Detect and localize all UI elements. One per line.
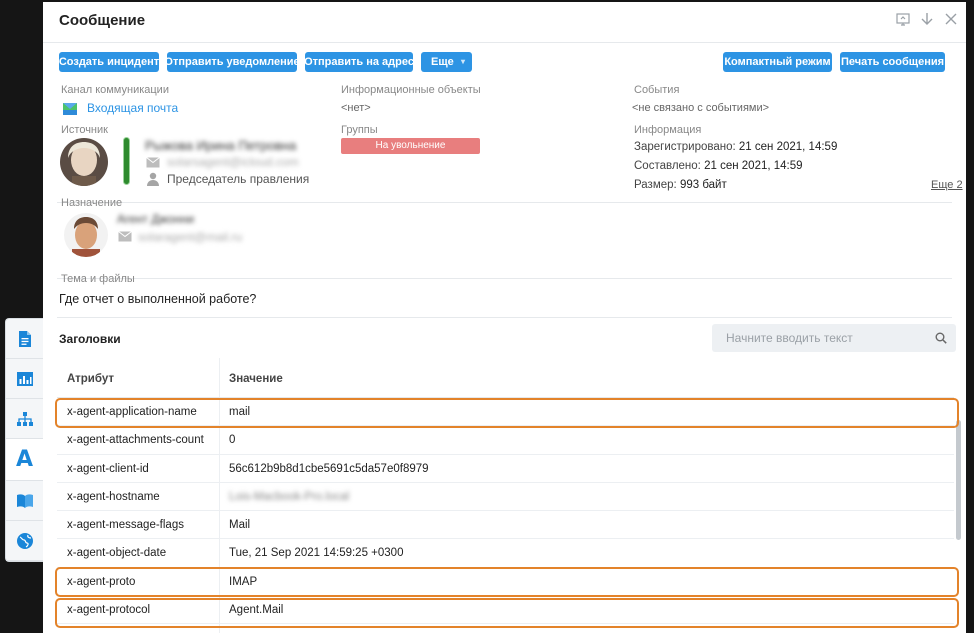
row-value: 0: [229, 434, 236, 447]
table-row[interactable]: x-agent-attachments-count 0: [57, 426, 954, 455]
row-value: mail: [229, 406, 251, 418]
row-attribute: x-agent-message-flags: [67, 519, 184, 532]
table-row[interactable]: x-agent-client-id 56c612b9b8d1cbe5691c5da…: [57, 455, 954, 483]
send-notification-button[interactable]: Отправить уведомление: [164, 52, 300, 72]
row-attribute: x-agent-attachments-count: [67, 434, 204, 447]
window-controls: [896, 12, 958, 26]
row-value: 56c612b9b8d1cbe5691c5da57e0f8979: [229, 462, 429, 475]
globe-icon[interactable]: [6, 521, 43, 561]
more-dropdown-button[interactable]: Еще ▾: [421, 52, 472, 72]
size-label: Размер:: [634, 179, 677, 191]
more-info-link[interactable]: Еще 2: [931, 179, 963, 191]
events-value: <не связано с событиями>: [632, 102, 770, 114]
destination-name[interactable]: Агент Джонни: [117, 212, 194, 226]
source-position: Председатель правления: [167, 172, 310, 186]
destination-avatar[interactable]: [64, 213, 108, 257]
registered-value: 21 сен 2021, 14:59: [738, 141, 838, 153]
title-divider: [43, 42, 966, 43]
channel-link[interactable]: Входящая почта: [87, 101, 178, 115]
inbox-icon: [63, 103, 77, 115]
column-attribute-header[interactable]: Атрибут: [67, 373, 114, 385]
headers-title: Заголовки: [59, 332, 121, 346]
source-avatar[interactable]: [60, 138, 108, 186]
subject-value: Где отчет о выполненной работе?: [59, 292, 257, 306]
divider-2: [57, 278, 952, 279]
email-icon: [146, 157, 160, 169]
hierarchy-icon[interactable]: [6, 399, 43, 439]
row-attribute: x-agent-object-date: [67, 547, 167, 560]
information-label: Информация: [634, 124, 702, 136]
headers-search[interactable]: [712, 324, 956, 352]
status-indicator: [123, 137, 130, 185]
email-icon: [118, 231, 132, 243]
row-value: IMAP: [229, 575, 258, 588]
composed-label: Составлено:: [634, 160, 701, 172]
size-row: Размер: 993 байт: [634, 179, 727, 191]
registered-label: Зарегистрировано:: [634, 141, 736, 153]
group-badge[interactable]: На увольнение: [341, 138, 480, 154]
close-icon[interactable]: [944, 12, 958, 26]
groups-label: Группы: [341, 124, 378, 136]
table-row[interactable]: x-agent-object-date Tue, 21 Sep 2021 14:5…: [57, 539, 954, 568]
user-icon: [146, 172, 160, 186]
info-objects-value: <нет>: [341, 102, 371, 114]
destination-email: solaragent@mail.ru: [138, 230, 243, 244]
message-dialog: Сообщение Создать инцидент Отправить уве…: [43, 2, 966, 633]
table-row[interactable]: x-agent-protocol Agent.Mail: [57, 596, 954, 625]
more-button-label: Еще: [431, 56, 454, 68]
row-value: Mail: [229, 519, 251, 532]
headers-table: Атрибут Значение x-agent-application-nam…: [57, 358, 954, 633]
table-header: Атрибут Значение: [57, 358, 954, 398]
row-attribute: x-agent-application-name: [67, 406, 197, 418]
source-email: solarsagent@icloud.com: [167, 155, 299, 169]
column-value-header[interactable]: Значение: [229, 373, 283, 385]
document-icon[interactable]: [6, 319, 43, 359]
subject-label: Тема и файлы: [61, 273, 135, 285]
divider-1: [57, 202, 952, 203]
create-incident-button[interactable]: Создать инцидент: [59, 52, 159, 72]
print-message-button[interactable]: Печать сообщения: [840, 52, 945, 72]
popout-icon[interactable]: [896, 12, 910, 26]
row-value: Agent.Mail: [229, 604, 284, 617]
arrow-down-icon[interactable]: [920, 12, 934, 26]
table-row[interactable]: x-agent-proto IMAP: [57, 568, 954, 597]
table-row[interactable]: x-agent-message-flags Mail: [57, 511, 954, 540]
channel-label: Канал коммуникации: [61, 84, 169, 96]
row-attribute: x-agent-hostname: [67, 490, 160, 503]
info-objects-label: Информационные объекты: [341, 84, 481, 96]
events-label: События: [634, 84, 680, 96]
action-toolbar: Создать инцидент Отправить уведомление О…: [59, 52, 950, 76]
registered-row: Зарегистрировано: 21 сен 2021, 14:59: [634, 141, 837, 153]
size-value: 993 байт: [679, 179, 727, 191]
search-icon[interactable]: [935, 332, 947, 347]
source-label: Источник: [61, 124, 108, 136]
table-row[interactable]: x-agent-hostname Lois-Macbook-Pro.local: [57, 483, 954, 512]
dialog-title: Сообщение: [59, 12, 146, 29]
book-icon[interactable]: [6, 481, 43, 521]
font-a-icon[interactable]: A: [6, 439, 43, 481]
scrollbar-thumb[interactable]: [956, 420, 961, 540]
compact-mode-button[interactable]: Компактный режим: [723, 52, 832, 72]
destination-label: Назначение: [61, 197, 123, 209]
table-row[interactable]: x-agent-application-name mail: [57, 398, 954, 427]
divider-3: [57, 317, 952, 318]
row-value: Tue, 21 Sep 2021 14:59:25 +0300: [229, 547, 404, 560]
send-to-address-button[interactable]: Отправить на адрес: [304, 52, 414, 72]
source-name[interactable]: Рыжова Ирина Петровна: [145, 138, 296, 153]
row-attribute: x-agent-client-id: [67, 462, 149, 475]
left-app-toolbar: A: [5, 318, 43, 562]
row-attribute: x-agent-proto: [67, 575, 136, 588]
search-input[interactable]: [712, 324, 956, 352]
chart-icon[interactable]: [6, 359, 43, 399]
composed-row: Составлено: 21 сен 2021, 14:59: [634, 160, 803, 172]
table-scrollbar[interactable]: [956, 400, 961, 630]
row-attribute: x-agent-protocol: [67, 604, 151, 617]
composed-value: 21 сен 2021, 14:59: [704, 160, 803, 172]
row-value: Lois-Macbook-Pro.local: [229, 490, 350, 503]
chevron-down-icon: ▾: [460, 57, 465, 66]
